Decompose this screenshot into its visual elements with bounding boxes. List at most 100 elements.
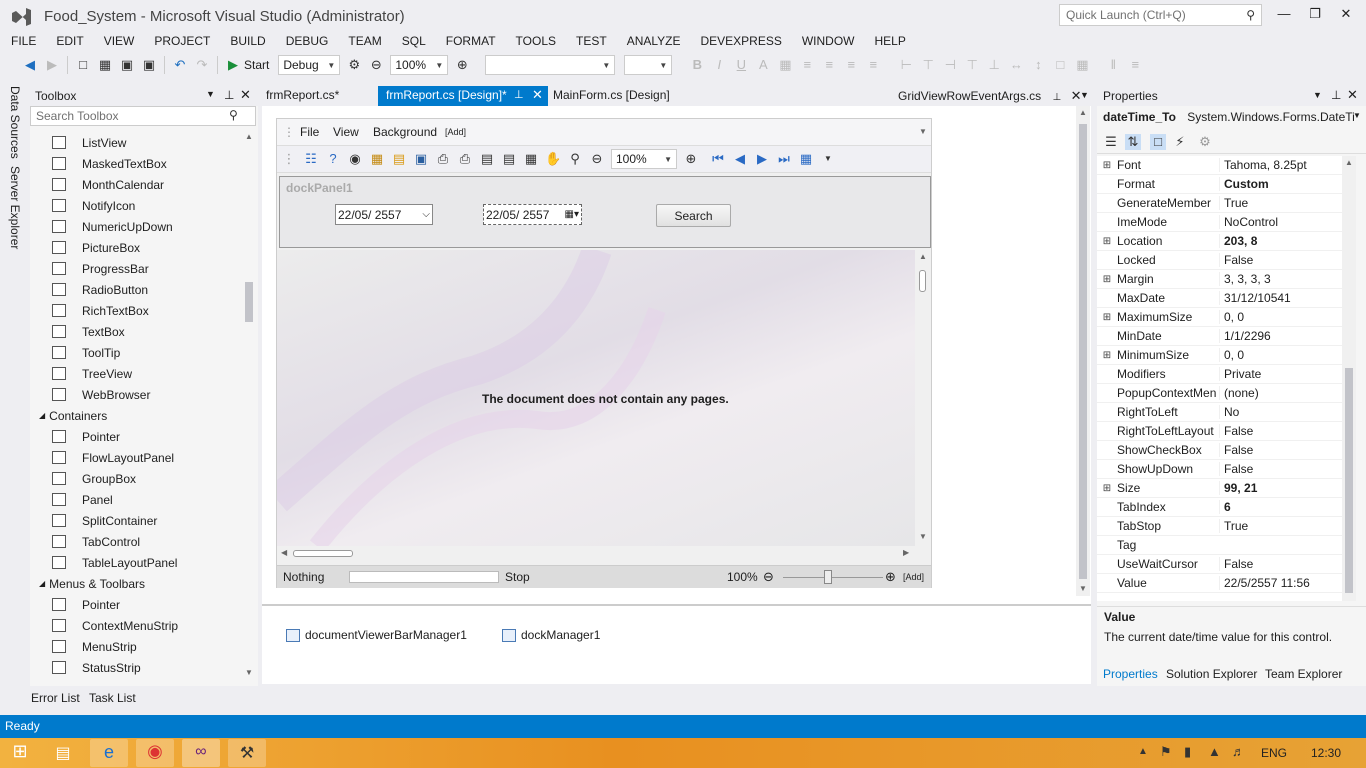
zoom-out-icon[interactable]: ⊖	[368, 57, 384, 73]
toolbox-item[interactable]: ToolTip	[30, 342, 242, 363]
date-to-picker[interactable]: 22/05/ 2557 ▦▾	[483, 204, 582, 225]
menu-project[interactable]: PROJECT	[143, 34, 219, 48]
scroll-down-icon[interactable]: ▼	[245, 668, 253, 677]
tab-task-list[interactable]: Task List	[89, 691, 136, 705]
pin-icon[interactable]: ⊥	[1331, 88, 1341, 102]
property-row[interactable]: ⊞ Size 99, 21	[1097, 479, 1342, 498]
property-row[interactable]: ShowCheckBox False	[1097, 441, 1342, 460]
previous-page-icon[interactable]: ◀	[732, 151, 748, 167]
horizontal-spacing-icon[interactable]: ‖	[1105, 57, 1121, 73]
tray-item-document-viewer-bar-manager[interactable]: documentViewerBarManager1	[286, 628, 467, 642]
toolbox-scroll-thumb[interactable]	[245, 282, 253, 322]
chevron-down-icon[interactable]: ▼	[919, 127, 927, 136]
system-clock[interactable]: 12:30	[1311, 746, 1341, 760]
windows-start-icon[interactable]: ⊞	[4, 739, 36, 767]
align-lefts-icon[interactable]: ⊢	[898, 57, 914, 73]
tab-properties[interactable]: Properties	[1103, 667, 1158, 681]
property-value[interactable]: 99, 21	[1219, 481, 1341, 495]
vertical-spacing-icon[interactable]: ≡	[1127, 57, 1143, 73]
redo-icon[interactable]: ↷	[194, 57, 210, 73]
scroll-left-icon[interactable]: ◀	[281, 548, 287, 557]
save-icon[interactable]: ▣	[119, 57, 135, 73]
justify-icon[interactable]: ≡	[865, 57, 881, 73]
save-all-icon[interactable]: ▣	[141, 57, 157, 73]
toolbox-item[interactable]: NumericUpDown	[30, 216, 242, 237]
property-row[interactable]: GenerateMember True	[1097, 194, 1342, 213]
toolbox-item[interactable]: PictureBox	[30, 237, 242, 258]
input-language[interactable]: ENG	[1261, 746, 1287, 760]
last-page-icon[interactable]: ⏭	[776, 151, 792, 167]
property-row[interactable]: ⊞ Font Tahoma, 8.25pt	[1097, 156, 1342, 175]
chevron-down-icon[interactable]: ▼	[1353, 111, 1361, 120]
tab-gridviewroweventargs[interactable]: GridViewRowEventArgs.cs ⊥ ✕	[890, 86, 1089, 106]
align-centers-icon[interactable]: ⊤	[920, 57, 936, 73]
menu-analyze[interactable]: ANALYZE	[616, 34, 690, 48]
print-icon[interactable]: ⎙	[435, 151, 451, 167]
dock-panel[interactable]: dockPanel1 22/05/ 2557 ⌵ 22/05/ 2557 ▦▾ …	[279, 176, 931, 248]
toolbox-item[interactable]: Panel	[30, 489, 242, 510]
header-footer-icon[interactable]: ▤	[501, 151, 517, 167]
toolbox-item[interactable]: TreeView	[30, 363, 242, 384]
expand-icon[interactable]: ⊞	[1097, 312, 1117, 323]
property-value[interactable]: True	[1219, 519, 1341, 533]
align-left-icon[interactable]: ≡	[799, 57, 815, 73]
preview-zoom-dropdown[interactable]: 100% ▼	[611, 149, 677, 169]
menu-edit[interactable]: EDIT	[45, 34, 92, 48]
toolbox-item[interactable]: SplitContainer	[30, 510, 242, 531]
undo-icon[interactable]: ↶	[172, 57, 188, 73]
internet-explorer-icon[interactable]: e	[90, 739, 128, 767]
form-menu-add[interactable]: [Add]	[445, 127, 466, 137]
property-value[interactable]: Custom	[1219, 177, 1341, 191]
panel-menu-icon[interactable]: ▼	[1313, 90, 1322, 100]
configuration-dropdown[interactable]: Debug ▼	[278, 55, 341, 75]
scroll-up-icon[interactable]: ▲	[1079, 108, 1087, 117]
property-row[interactable]: Locked False	[1097, 251, 1342, 270]
tray-item-dock-manager[interactable]: dockManager1	[502, 628, 600, 642]
property-value[interactable]: 6	[1219, 500, 1341, 514]
toolbox-item[interactable]: RadioButton	[30, 279, 242, 300]
property-value[interactable]: Private	[1219, 367, 1341, 381]
property-row[interactable]: ⊞ MaximumSize 0, 0	[1097, 308, 1342, 327]
pin-icon[interactable]: ⊥	[224, 88, 234, 102]
open-icon[interactable]: ▤	[391, 151, 407, 167]
new-project-icon[interactable]: □	[75, 57, 91, 73]
property-value[interactable]: False	[1219, 443, 1341, 457]
property-row[interactable]: Tag	[1097, 536, 1342, 555]
search-button[interactable]: Search	[656, 204, 731, 227]
designer-scrollbar[interactable]: ▲ ▼	[1076, 106, 1090, 596]
tab-overflow-icon[interactable]: ▼	[1080, 90, 1089, 100]
toolbox-category[interactable]: ◢ Containers	[30, 405, 242, 426]
make-same-height-icon[interactable]: ↕	[1030, 57, 1046, 73]
toolbox-category[interactable]: ◢ Menus & Toolbars	[30, 573, 242, 594]
menu-help[interactable]: HELP	[864, 34, 915, 48]
scroll-up-icon[interactable]: ▲	[245, 132, 253, 141]
property-row[interactable]: MinDate 1/1/2296	[1097, 327, 1342, 346]
scroll-up-icon[interactable]: ▲	[919, 252, 927, 261]
property-row[interactable]: TabStop True	[1097, 517, 1342, 536]
close-icon[interactable]: ✕	[532, 87, 543, 103]
property-value[interactable]: 3, 3, 3, 3	[1219, 272, 1341, 286]
align-right-icon[interactable]: ≡	[843, 57, 859, 73]
data-sources-tab[interactable]: Data Sources	[8, 86, 22, 159]
toolbox-item[interactable]: TableLayoutPanel	[30, 552, 242, 573]
expand-icon[interactable]: ⊞	[1097, 350, 1117, 361]
magnifier-icon[interactable]: ⚲	[567, 151, 583, 167]
toolbox-item[interactable]: MonthCalendar	[30, 174, 242, 195]
back-color-icon[interactable]: ▦	[777, 57, 793, 73]
property-value[interactable]: Tahoma, 8.25pt	[1219, 158, 1341, 172]
underline-icon[interactable]: U	[733, 57, 749, 73]
property-row[interactable]: MaxDate 31/12/10541	[1097, 289, 1342, 308]
property-row[interactable]: PopupContextMen (none)	[1097, 384, 1342, 403]
first-page-icon[interactable]: ⏮	[710, 151, 726, 167]
property-value[interactable]: True	[1219, 196, 1341, 210]
toolbox-item[interactable]: StatusStrip	[30, 657, 242, 678]
property-value[interactable]: 203, 8	[1219, 234, 1341, 248]
start-icon[interactable]: ▶	[225, 57, 241, 73]
alphabetical-icon[interactable]: ⇅	[1125, 133, 1141, 150]
tool-app-icon[interactable]: ⚒	[228, 739, 266, 767]
menu-sql[interactable]: SQL	[391, 34, 435, 48]
form-menu-file[interactable]: File	[300, 125, 319, 139]
scroll-down-icon[interactable]: ▼	[919, 532, 927, 541]
tab-team-explorer[interactable]: Team Explorer	[1265, 667, 1342, 681]
preview-scroll-thumb[interactable]	[919, 270, 926, 292]
